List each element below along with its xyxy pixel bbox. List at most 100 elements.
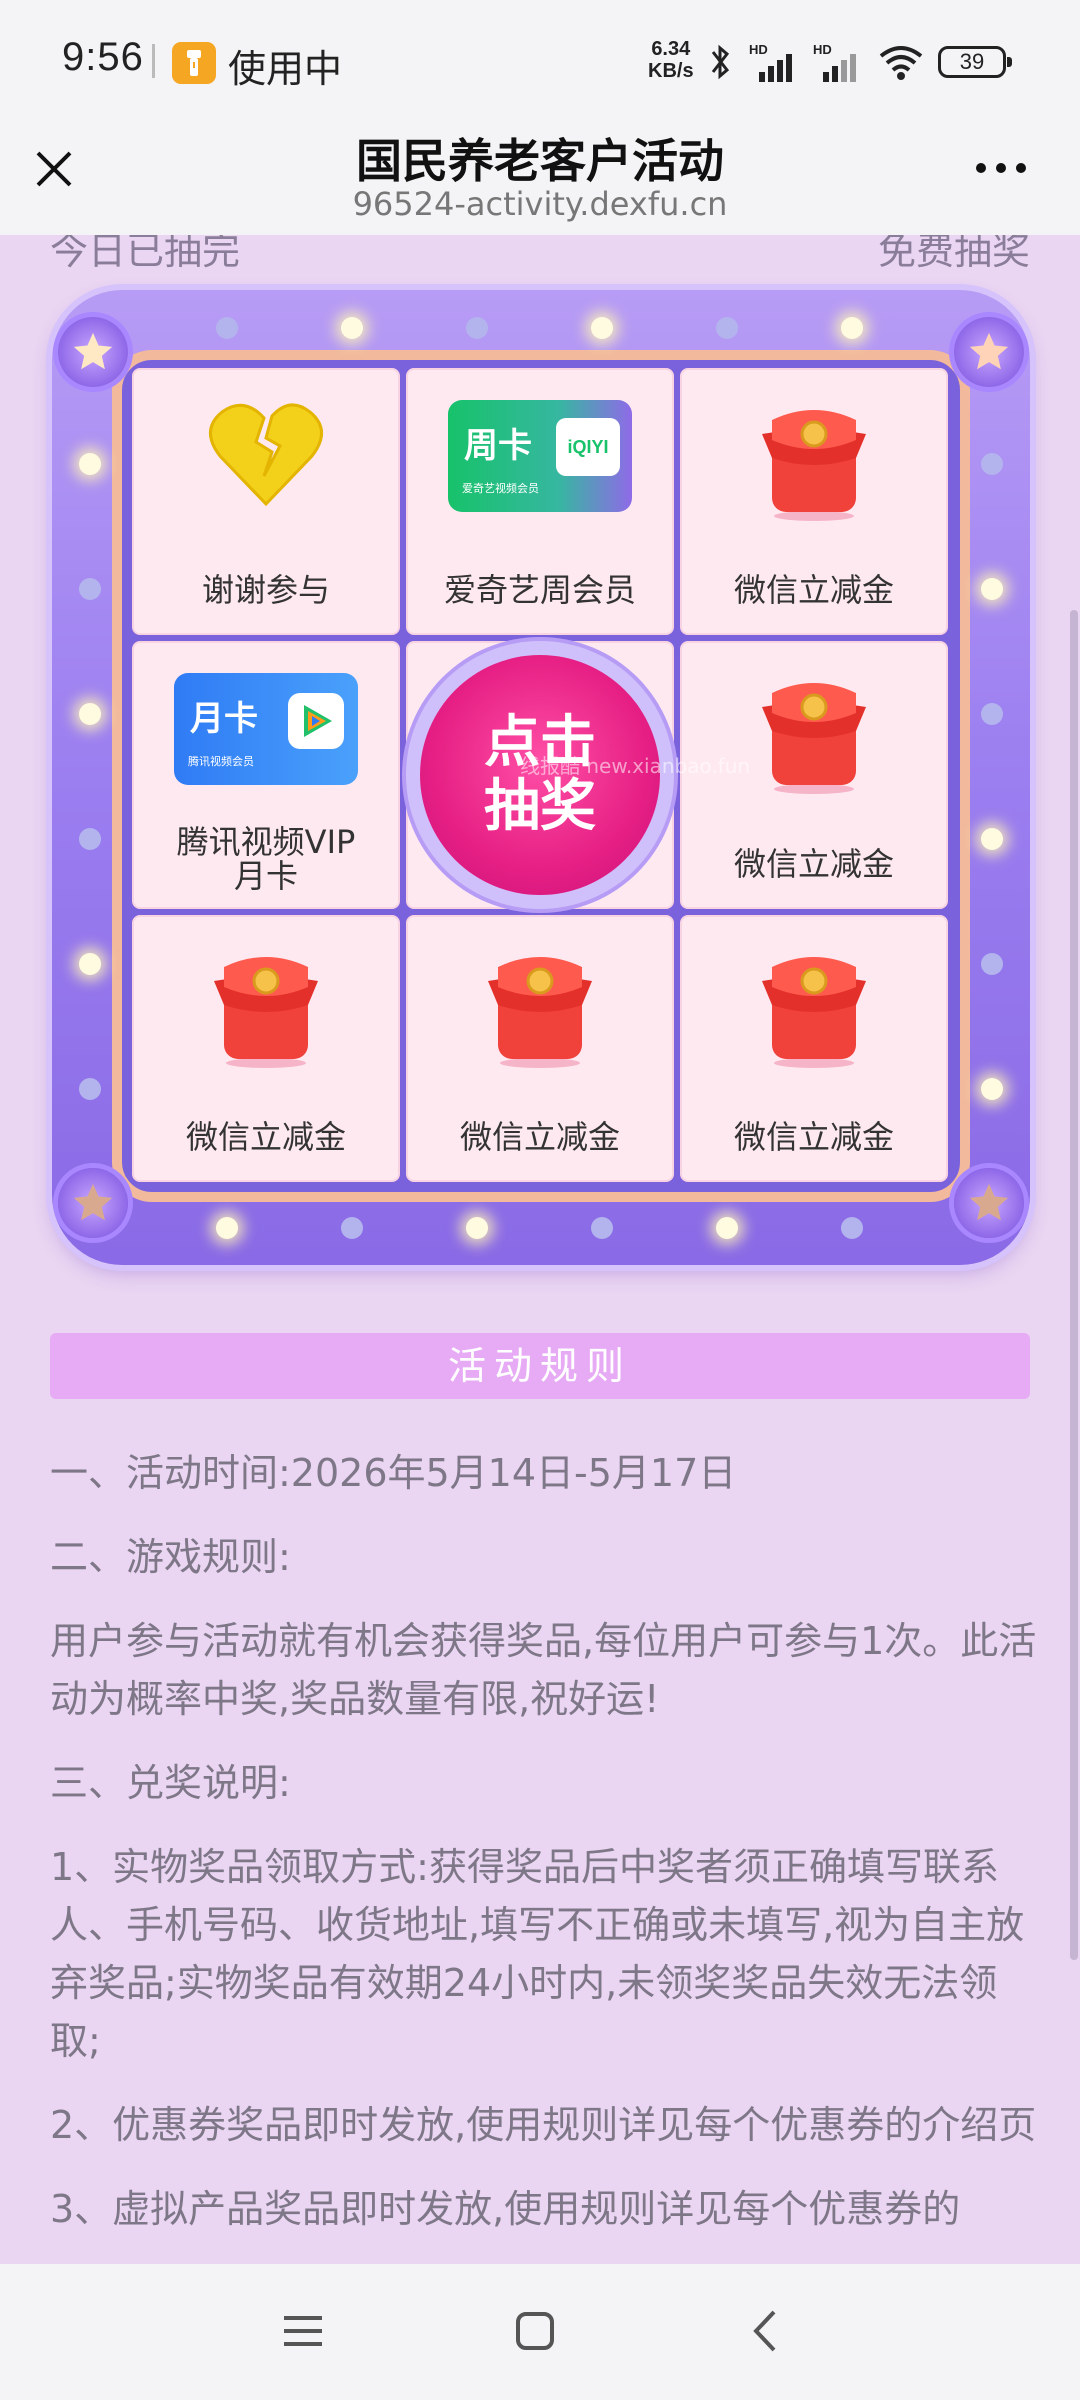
signal-icon-1: HD	[749, 42, 799, 82]
board-light	[79, 953, 101, 975]
prize-cell[interactable]: 谢谢参与	[132, 368, 400, 636]
rule-item: 2、优惠券奖品即时发放,使用规则详见每个优惠券的介绍页	[50, 2103, 1037, 2147]
menu-button[interactable]	[278, 2306, 328, 2356]
home-button[interactable]	[510, 2306, 560, 2356]
prize-cell[interactable]: 周卡 iQIYI 爱奇艺视频会员 爱奇艺周会员	[406, 368, 674, 636]
signal-icon-2: HD	[813, 42, 863, 82]
iqiyi-card: 周卡 iQIYI 爱奇艺视频会员	[448, 400, 632, 512]
rule-item: 一、活动时间:2026年5月14日-5月17日	[50, 1451, 737, 1495]
board-light	[466, 317, 488, 339]
board-light	[981, 953, 1003, 975]
board-light	[591, 1217, 613, 1239]
scrollbar[interactable]	[1070, 610, 1078, 1960]
board-light	[716, 317, 738, 339]
status-icons: HD HD	[705, 40, 925, 84]
battery-indicator: 39	[938, 46, 1012, 78]
prize-label: 谢谢参与	[201, 571, 330, 610]
iqiyi-card-badge: 周卡	[464, 426, 532, 466]
prize-label: 微信立减金	[733, 571, 894, 610]
board-light	[981, 578, 1003, 600]
prize-cell[interactable]: 微信立减金	[406, 914, 674, 1182]
status-separator	[152, 44, 155, 78]
prize-cell[interactable]: 微信立减金	[680, 368, 948, 636]
rule-item: 1、实物奖品领取方式:获得奖品后中奖者须正确填写联系人、手机号码、收货地址,填写…	[50, 1845, 1025, 2063]
tencent-card-badge: 月卡	[190, 699, 258, 740]
tencent-card-sub: 腾讯视频会员	[188, 755, 254, 769]
iqiyi-card-sub: 爱奇艺视频会员	[462, 482, 539, 495]
prize-label: 微信立减金	[459, 1118, 620, 1156]
net-speed-unit: KB/s	[648, 60, 694, 82]
board-light	[591, 317, 613, 339]
prize-cell[interactable]: 微信立减金	[132, 914, 400, 1182]
prize-cell[interactable]: 微信立减金	[680, 914, 948, 1182]
board-light	[216, 1217, 238, 1239]
board-light	[79, 1078, 101, 1100]
rule-item: 三、兑奖说明:	[50, 1761, 291, 1805]
rules-title: 活动规则	[50, 1333, 1030, 1399]
prize-label: 微信立减金	[733, 1118, 894, 1156]
red-envelope-icon	[752, 673, 876, 801]
usage-label: 使用中	[228, 47, 343, 91]
net-speed: 6.34 KB/s	[648, 38, 694, 82]
more-dot	[996, 163, 1006, 173]
tencent-month-card-icon: 月卡 腾讯视频会员	[174, 673, 358, 786]
back-button[interactable]	[742, 2306, 792, 2356]
flashlight-icon	[172, 42, 216, 84]
star-icon	[954, 1168, 1024, 1238]
prize-label: 爱奇艺周会员	[443, 571, 636, 610]
board-light	[79, 828, 101, 850]
status-bar: 9:56 使用中 6.34 KB/s HD HD 39	[0, 0, 1080, 125]
prize-label: 微信立减金	[185, 1118, 346, 1156]
star-icon	[58, 1168, 128, 1238]
rules-list: 一、活动时间:2026年5月14日-5月17日 二、游戏规则: 用户参与活动就有…	[50, 1444, 1040, 2264]
board-light	[79, 703, 101, 725]
more-options-button-overlay[interactable]	[976, 153, 1036, 183]
board-light	[341, 1217, 363, 1239]
board-light	[716, 1217, 738, 1239]
iqiyi-week-card-icon: 周卡 iQIYI 爱奇艺视频会员	[448, 400, 632, 512]
broken-heart-icon	[206, 400, 326, 514]
red-envelope-icon	[204, 947, 328, 1075]
wifi-icon	[879, 46, 923, 80]
prize-label: 腾讯视频VIP 月卡	[134, 825, 398, 893]
rule-item: 用户参与活动就有机会获得奖品,每位用户可参与1次。此活动为概率中奖,奖品数量有限…	[50, 1619, 1037, 1721]
board-light	[841, 317, 863, 339]
board-light	[216, 317, 238, 339]
board-light	[79, 578, 101, 600]
board-light	[466, 1217, 488, 1239]
page-title-overlay: 国民养老客户活动	[356, 134, 724, 188]
prize-label: 微信立减金	[733, 844, 894, 883]
status-time: 9:56	[62, 35, 144, 79]
play-icon	[304, 705, 332, 738]
net-speed-value: 6.34	[651, 38, 691, 60]
bluetooth-icon	[711, 44, 730, 80]
iqiyi-logo: iQIYI	[556, 418, 620, 476]
board-light	[79, 453, 101, 475]
tencent-video-logo	[288, 693, 344, 750]
board-light	[341, 317, 363, 339]
star-icon	[954, 317, 1024, 387]
prize-label-line1: 腾讯视频VIP	[176, 822, 356, 861]
prize-cell[interactable]: 月卡 腾讯视频会员 腾讯视频VIP 月卡	[132, 641, 400, 909]
more-dot	[1016, 163, 1026, 173]
tencent-card: 月卡 腾讯视频会员	[174, 673, 358, 786]
board-light	[981, 1078, 1003, 1100]
red-envelope-icon	[752, 400, 876, 528]
back-icon	[753, 2310, 776, 2352]
home-icon	[516, 2312, 554, 2350]
menu-icon	[284, 2316, 322, 2346]
board-light	[841, 1217, 863, 1239]
page-url-overlay: 96524-activity.dexfu.cn	[352, 185, 728, 223]
system-nav-bar	[0, 2264, 1080, 2400]
header-overlay: 国民养老客户活动 96524-activity.dexfu.cn	[0, 125, 1080, 235]
board-light	[981, 828, 1003, 850]
rule-item: 3、虚拟产品奖品即时发放,使用规则详见每个优惠券的	[50, 2187, 961, 2231]
more-dot	[976, 163, 986, 173]
prize-label-line2: 月卡	[233, 856, 298, 895]
rule-item: 二、游戏规则:	[50, 1535, 291, 1579]
red-envelope-icon	[478, 947, 602, 1075]
draw-button-line2: 抽奖	[484, 773, 596, 839]
watermark: 线报酷 new.xianbao.fun	[520, 754, 751, 778]
red-envelope-icon	[752, 947, 876, 1075]
board-light	[981, 453, 1003, 475]
